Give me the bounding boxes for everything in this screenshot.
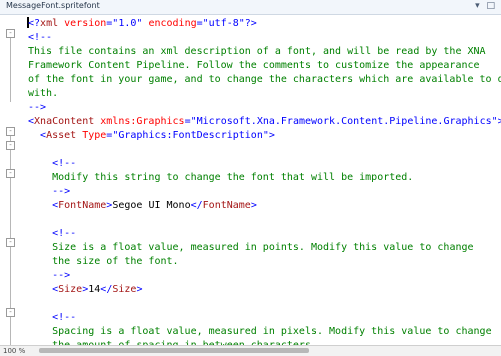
code-token: --> (28, 102, 47, 113)
code-token: with. (28, 88, 59, 99)
dropdown-icon[interactable]: ▾ (475, 1, 480, 11)
code-token: <? (28, 18, 41, 29)
code-token: version (58, 18, 107, 29)
code-token: XnaContent (34, 116, 95, 127)
collapse-icon[interactable]: - (6, 238, 15, 247)
code-token: Graphics:FontDescription (118, 130, 263, 141)
maximize-icon[interactable]: □ (486, 1, 495, 11)
zoom-level[interactable]: 100 % (3, 347, 25, 355)
code-token: FontName (58, 200, 107, 211)
code-token: Framework Content Pipeline. Follow the c… (28, 60, 480, 71)
code-token: of the font in your game, and to change … (28, 74, 501, 85)
editor-window: MessageFont.spritefont ▾ □ - - - - - - <… (0, 0, 501, 356)
code-token: Size (112, 284, 137, 295)
code-line[interactable]: --> (28, 269, 501, 283)
code-token: </ (100, 284, 113, 295)
code-token: Spacing is a float value, measured in pi… (52, 326, 492, 337)
code-line[interactable] (28, 297, 501, 311)
code-editor[interactable]: - - - - - - <?xml version="1.0" encoding… (0, 15, 501, 346)
code-token: "> (491, 116, 501, 127)
code-token: the size of the font. (52, 256, 179, 267)
code-line[interactable]: <Size>14</Size> (28, 283, 501, 297)
code-line[interactable]: <!-- (28, 227, 501, 241)
code-line[interactable]: <FontName>Segoe UI Mono</FontName> (28, 199, 501, 213)
code-token: > (250, 200, 257, 211)
code-line[interactable]: Spacing is a float value, measured in pi… (28, 325, 501, 339)
collapse-icon[interactable]: - (6, 169, 15, 178)
code-line[interactable]: Framework Content Pipeline. Follow the c… (28, 59, 501, 73)
code-token: =" (196, 18, 209, 29)
code-line[interactable]: Size is a float value, measured in point… (28, 241, 501, 255)
collapse-icon[interactable]: - (6, 308, 15, 317)
code-line[interactable]: with. (28, 87, 501, 101)
code-token: encoding (142, 18, 197, 29)
document-tab-bar[interactable]: MessageFont.spritefont ▾ □ (0, 0, 501, 15)
scrollbar-thumb[interactable] (39, 348, 309, 353)
code-token: Size (58, 284, 83, 295)
code-line[interactable]: <!-- (28, 31, 501, 45)
horizontal-scrollbar[interactable]: 100 % (0, 345, 501, 356)
code-token: </ (190, 200, 203, 211)
collapse-icon[interactable]: - (6, 127, 15, 136)
window-controls: ▾ □ (471, 1, 495, 11)
code-token: xmlns:Graphics (94, 116, 185, 127)
code-token: 1.0 (118, 18, 137, 29)
code-token: --> (52, 186, 71, 197)
code-line[interactable]: the size of the font. (28, 255, 501, 269)
code-token: =" (184, 116, 197, 127)
code-line[interactable]: <!-- (28, 157, 501, 171)
collapse-icon[interactable]: - (6, 29, 15, 38)
code-line[interactable]: <?xml version="1.0" encoding="utf-8"?> (28, 17, 501, 31)
code-line[interactable]: of the font in your game, and to change … (28, 73, 501, 87)
code-line[interactable]: This file contains an xml description of… (28, 45, 501, 59)
collapse-icon[interactable]: - (6, 141, 15, 150)
code-token: Asset (46, 130, 77, 141)
code-token: <!-- (52, 312, 77, 323)
code-line[interactable]: Modify this string to change the font th… (28, 171, 501, 185)
outlining-margin: - - - - - - (0, 15, 22, 346)
code-token: Segoe UI Mono (112, 200, 191, 211)
code-line[interactable]: <Asset Type="Graphics:FontDescription"> (28, 129, 501, 143)
code-token: FontName (202, 200, 251, 211)
code-line[interactable]: <XnaContent xmlns:Graphics="Microsoft.Xn… (28, 115, 501, 129)
code-token: "> (262, 130, 275, 141)
code-token: Type (76, 130, 107, 141)
code-token: --> (52, 270, 71, 281)
code-lines[interactable]: <?xml version="1.0" encoding="utf-8"?> <!… (28, 17, 501, 346)
code-token: utf-8 (208, 18, 239, 29)
code-line[interactable] (28, 143, 501, 157)
code-token: > (136, 284, 143, 295)
code-token: This file contains an xml description of… (28, 46, 486, 57)
code-token: "?> (238, 18, 257, 29)
code-line[interactable]: --> (28, 101, 501, 115)
code-line[interactable]: --> (28, 185, 501, 199)
code-token: <!-- (52, 158, 77, 169)
code-token: Size is a float value, measured in point… (52, 242, 474, 253)
code-token: =" (106, 18, 119, 29)
code-token: Modify this string to change the font th… (52, 172, 414, 183)
fold-guide (10, 32, 11, 102)
code-token: <!-- (28, 32, 53, 43)
code-token: xml (40, 18, 59, 29)
code-line[interactable]: <!-- (28, 311, 501, 325)
code-token: Microsoft.Xna.Framework.Content.Pipeline… (196, 116, 492, 127)
code-token: <!-- (52, 228, 77, 239)
code-token: 14 (88, 284, 101, 295)
code-line[interactable] (28, 213, 501, 227)
code-token: =" (106, 130, 119, 141)
document-title[interactable]: MessageFont.spritefont (6, 1, 100, 10)
